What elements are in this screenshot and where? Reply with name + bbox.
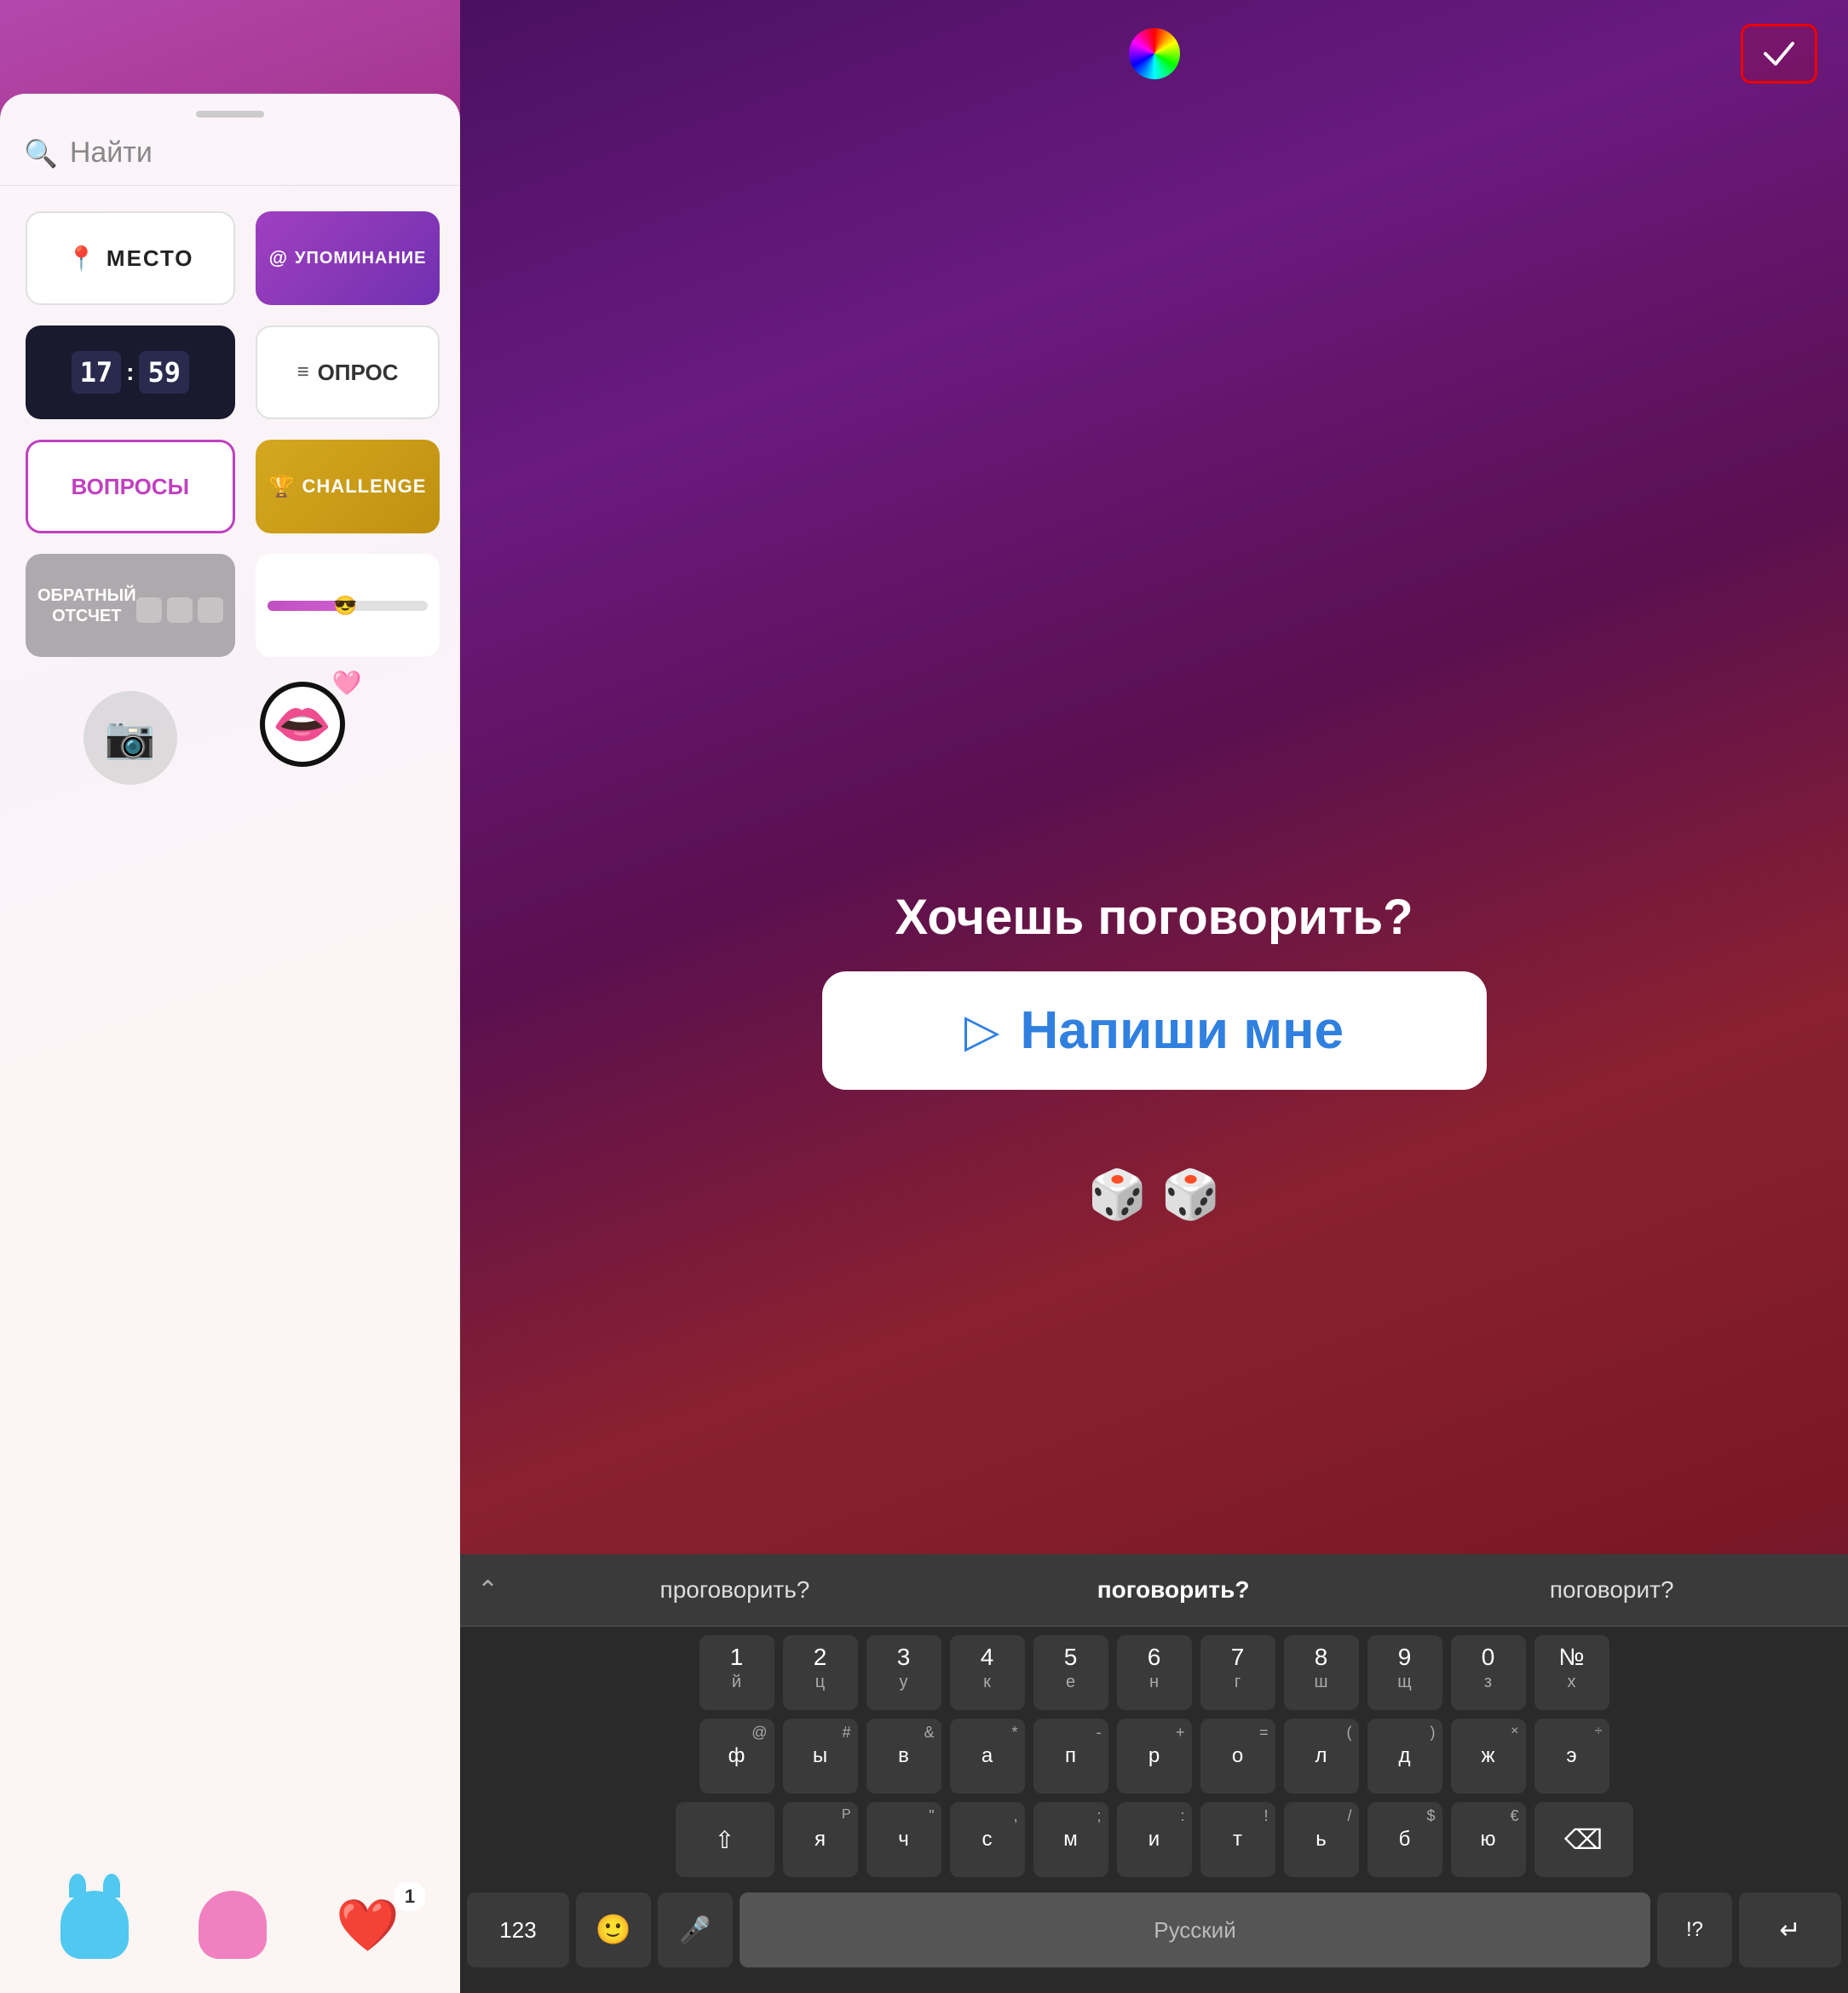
sticker-countdown[interactable]: ОБРАТНЫЙ ОТСЧЕТ [26, 554, 235, 657]
sticker-challenge[interactable]: 🏆 CHALLENGE [256, 440, 440, 533]
sticker-opros-label: ОПРОС [318, 360, 399, 386]
sticker-voprosy[interactable]: ВОПРОСЫ [26, 440, 235, 533]
key-euro-ю[interactable]: €ю [1451, 1802, 1526, 1877]
key-7-г[interactable]: 7г [1200, 1635, 1275, 1710]
key-9-щ[interactable]: 9щ [1367, 1635, 1442, 1710]
slider-thumb: 😎 [333, 594, 357, 618]
pin-icon: 📍 [66, 245, 98, 273]
send-arrow-icon: ▷ [964, 1004, 1000, 1057]
heart-reaction[interactable]: ❤️ 1 [336, 1891, 400, 1959]
key-3-у[interactable]: 3у [866, 1635, 941, 1710]
key-semi-м[interactable]: ;м [1033, 1802, 1108, 1877]
key-=-о[interactable]: =о [1200, 1719, 1275, 1794]
key-123[interactable]: 123 [467, 1892, 569, 1967]
sticker-opros[interactable]: ≡ ОПРОС [256, 325, 440, 419]
key-*-а[interactable]: *а [950, 1719, 1025, 1794]
countdown-label: ОБРАТНЫЙ ОТСЧЕТ [37, 585, 136, 626]
napishi-me-button[interactable]: ▷ Напиши мне [822, 971, 1487, 1090]
sticker-camera[interactable]: 📷 [26, 677, 235, 798]
key-(-л[interactable]: (л [1284, 1719, 1359, 1794]
sheet-handle [196, 111, 264, 118]
suggestion-1[interactable]: проговорить? [515, 1570, 954, 1610]
key-quot-ч[interactable]: "ч [866, 1802, 941, 1877]
key-return[interactable]: ↵ [1739, 1892, 1841, 1967]
key-6-н[interactable]: 6н [1117, 1635, 1192, 1710]
color-picker[interactable] [1129, 28, 1180, 79]
sticker-upominanie[interactable]: @ УПОМИНАНИЕ [256, 211, 440, 305]
key-&-в[interactable]: &в [866, 1719, 941, 1794]
sticker-challenge-label: CHALLENGE [302, 475, 427, 498]
dice-icon-2: 🎲 [1161, 1166, 1221, 1223]
trophy-icon: 🏆 [269, 475, 296, 499]
search-placeholder: Найти [70, 136, 153, 170]
key-8-ш[interactable]: 8ш [1284, 1635, 1359, 1710]
keyboard-row-2: @ф #ы &в *а -п +р =о (л )д ×ж ÷э [467, 1719, 1841, 1794]
sticker-mesto[interactable]: 📍 МЕСТО [26, 211, 235, 305]
key-#-ы[interactable]: #ы [783, 1719, 858, 1794]
number-row: 1й 2ц 3у 4к 5е 6н 7г 8ш 9щ 0з №х [467, 1635, 1841, 1710]
key---п[interactable]: -п [1033, 1719, 1108, 1794]
key-@-ф[interactable]: @ф [699, 1719, 774, 1794]
key-x-ж[interactable]: ×ж [1451, 1719, 1526, 1794]
heart-badge: 🩷 [332, 669, 362, 697]
search-bar[interactable]: 🔍 Найти [0, 118, 460, 186]
time-minutes: 59 [139, 351, 189, 394]
keyboard-rows: 1й 2ц 3у 4к 5е 6н 7г 8ш 9щ 0з №х @ф #ы &… [460, 1627, 1848, 1877]
sticker-mesto-label: МЕСТО [107, 245, 194, 272]
sticker-slider[interactable]: 😎 [256, 554, 440, 657]
key-comma-с[interactable]: ,с [950, 1802, 1025, 1877]
key-microphone[interactable]: 🎤 [658, 1892, 733, 1967]
list-icon: ≡ [297, 360, 309, 384]
key-punctuation[interactable]: !? [1657, 1892, 1732, 1967]
suggestion-3[interactable]: поговорит? [1392, 1570, 1831, 1610]
suggestions-bar: ⌃ проговорить? поговорить? поговорит? [460, 1554, 1848, 1627]
keyboard-row-3: ⇧ Ря "ч ,с ;м :и !т /ь $б €ю ⌫ [467, 1802, 1841, 1877]
suggestions-expand-icon[interactable]: ⌃ [477, 1575, 498, 1605]
shift-key[interactable]: ⇧ [676, 1802, 774, 1877]
sticker-mouth[interactable]: 👄 🩷 [256, 677, 349, 771]
key-)-д[interactable]: )д [1367, 1719, 1442, 1794]
napishi-btn-label: Напиши мне [1020, 1000, 1344, 1061]
sticker-voprosy-label: ВОПРОСЫ [72, 474, 190, 500]
key-div-э[interactable]: ÷э [1534, 1719, 1609, 1794]
search-icon: 🔍 [24, 137, 58, 170]
character-pink [199, 1891, 267, 1959]
camera-icon: 📷 [83, 691, 177, 785]
key-nomer-х[interactable]: №х [1534, 1635, 1609, 1710]
key-5-е[interactable]: 5е [1033, 1635, 1108, 1710]
sticker-grid: 📍 МЕСТО @ УПОМИНАНИЕ #ХЭШТЕГ 17 : 59 [0, 186, 460, 823]
key-colon-и[interactable]: :и [1117, 1802, 1192, 1877]
key-space[interactable]: Русский [740, 1892, 1650, 1967]
key-emoji[interactable]: 🙂 [576, 1892, 651, 1967]
key-+-р[interactable]: +р [1117, 1719, 1192, 1794]
dice-icon-1: 🎲 [1088, 1166, 1148, 1223]
done-button[interactable] [1741, 24, 1817, 84]
dice-area: 🎲 🎲 [1088, 1166, 1220, 1223]
character-blue [60, 1891, 129, 1959]
top-bar [460, 0, 1848, 84]
key-0-з[interactable]: 0з [1451, 1635, 1526, 1710]
suggestion-2[interactable]: поговорить? [954, 1570, 1393, 1610]
key-1-й[interactable]: 1й [699, 1635, 774, 1710]
right-panel: Хочешь поговорить? ▷ Напиши мне 🎲 🎲 ⌃ пр… [460, 0, 1848, 1993]
key-dollar-б[interactable]: $б [1367, 1802, 1442, 1877]
keyboard: ⌃ проговорить? поговорить? поговорит? 1й… [460, 1554, 1848, 1993]
bottom-characters-row: ❤️ 1 [0, 1874, 460, 1976]
key-2-ц[interactable]: 2ц [783, 1635, 858, 1710]
sticker-time[interactable]: 17 : 59 [26, 325, 235, 419]
backspace-key[interactable]: ⌫ [1534, 1802, 1633, 1877]
time-hours: 17 [72, 351, 122, 394]
left-panel: 🔍 Найти 📍 МЕСТО @ УПОМИНАНИЕ #ХЭШТЕГ [0, 0, 460, 1993]
key-excl-т[interactable]: !т [1200, 1802, 1275, 1877]
slider-track: 😎 [268, 601, 429, 611]
keyboard-bottom-bar: 123 🙂 🎤 Русский !? ↵ [460, 1886, 1848, 1993]
story-title: Хочешь поговорить? [895, 889, 1413, 946]
at-icon: @ [269, 247, 288, 269]
key-slash-ь[interactable]: /ь [1284, 1802, 1359, 1877]
sticker-upominanie-label: УПОМИНАНИЕ [295, 249, 426, 268]
key-4-к[interactable]: 4к [950, 1635, 1025, 1710]
sticker-picker-sheet: 🔍 Найти 📍 МЕСТО @ УПОМИНАНИЕ #ХЭШТЕГ [0, 94, 460, 1993]
key-р-я[interactable]: Ря [783, 1802, 858, 1877]
